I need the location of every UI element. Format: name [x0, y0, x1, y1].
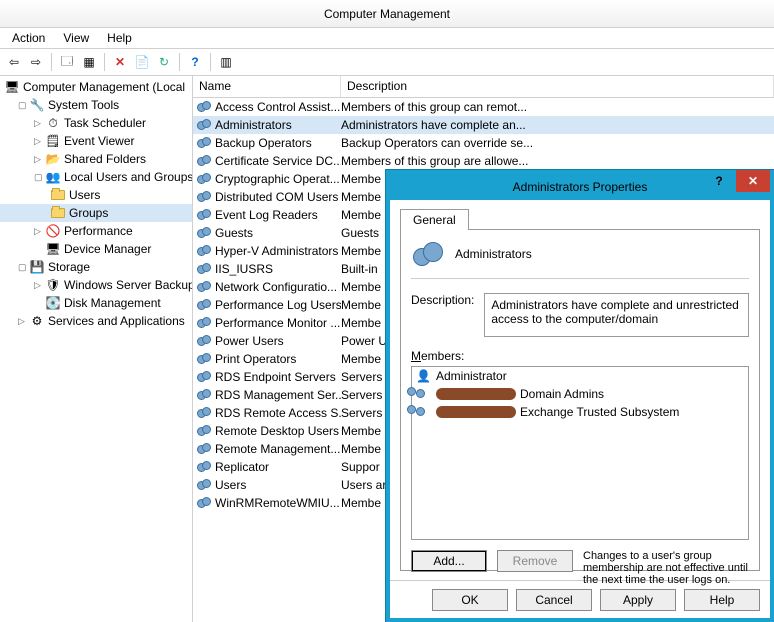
- members-list[interactable]: 👤AdministratorDomain AdminsExchange Trus…: [411, 366, 749, 540]
- view-icon[interactable]: ▥: [216, 52, 236, 72]
- tree-task-scheduler[interactable]: ▷⏱Task Scheduler: [0, 114, 192, 132]
- new-window-icon[interactable]: 🗔: [57, 52, 77, 72]
- group-icon: [196, 406, 212, 420]
- list-row[interactable]: AdministratorsAdministrators have comple…: [193, 116, 774, 134]
- group-icon: [196, 388, 212, 402]
- member-row[interactable]: Exchange Trusted Subsystem: [412, 403, 748, 421]
- group-icon: [196, 172, 212, 186]
- tab-general[interactable]: General: [400, 209, 469, 230]
- properties-dialog: Administrators Properties ? ✕ General Ad…: [386, 170, 774, 622]
- group-icon: [196, 370, 212, 384]
- group-icon: [416, 405, 432, 419]
- apply-button[interactable]: Apply: [600, 589, 676, 611]
- tree-users[interactable]: Users: [0, 186, 192, 204]
- tree-groups[interactable]: Groups: [0, 204, 192, 222]
- group-icon: [196, 442, 212, 456]
- ok-button[interactable]: OK: [432, 589, 508, 611]
- menu-help[interactable]: Help: [99, 30, 140, 46]
- tree-root[interactable]: 🖥Computer Management (Local: [0, 78, 192, 96]
- show-hide-icon[interactable]: ▦: [79, 52, 99, 72]
- close-icon[interactable]: ✕: [736, 170, 770, 192]
- dialog-help-icon[interactable]: ?: [702, 170, 736, 192]
- redacted-text: [436, 406, 516, 418]
- group-name: Administrators: [455, 247, 532, 261]
- group-icon: [196, 226, 212, 240]
- tree-storage[interactable]: ▢💾Storage: [0, 258, 192, 276]
- member-row[interactable]: 👤Administrator: [412, 367, 748, 385]
- toolbar: ⇦ ⇨ 🗔 ▦ ✕ 📄 ↻ ? ▥: [0, 48, 774, 76]
- tree-shared-folders[interactable]: ▷📂Shared Folders: [0, 150, 192, 168]
- tree-pane: 🖥Computer Management (Local ▢🔧System Too…: [0, 76, 193, 622]
- list-row[interactable]: Backup OperatorsBackup Operators can ove…: [193, 134, 774, 152]
- add-button[interactable]: Add...: [411, 550, 487, 572]
- user-icon: 👤: [416, 369, 432, 383]
- col-name[interactable]: Name: [193, 76, 341, 97]
- member-row[interactable]: Domain Admins: [412, 385, 748, 403]
- dialog-titlebar[interactable]: Administrators Properties ? ✕: [390, 174, 770, 200]
- tree-services-apps[interactable]: ▷⚙Services and Applications: [0, 312, 192, 330]
- tree-disk-mgmt[interactable]: 💽Disk Management: [0, 294, 192, 312]
- group-icon: [196, 334, 212, 348]
- group-icon: [196, 100, 212, 114]
- tab-panel: Administrators Description: Administrato…: [400, 229, 760, 571]
- group-icon: [196, 262, 212, 276]
- members-label: MMembers:embers:: [411, 349, 749, 363]
- group-icon: [416, 387, 432, 401]
- properties-icon[interactable]: 📄: [132, 52, 152, 72]
- tree-local-users-groups[interactable]: ▢👥Local Users and Groups: [0, 168, 192, 186]
- remove-button[interactable]: Remove: [497, 550, 573, 572]
- group-icon: [411, 240, 443, 268]
- dialog-title-text: Administrators Properties: [513, 180, 648, 194]
- tree-system-tools[interactable]: ▢🔧System Tools: [0, 96, 192, 114]
- group-icon: [196, 460, 212, 474]
- group-icon: [196, 208, 212, 222]
- group-icon: [196, 154, 212, 168]
- group-icon: [196, 298, 212, 312]
- group-icon: [196, 118, 212, 132]
- back-icon[interactable]: ⇦: [4, 52, 24, 72]
- group-icon: [196, 244, 212, 258]
- group-icon: [196, 352, 212, 366]
- description-field[interactable]: Administrators have complete and unrestr…: [484, 293, 749, 337]
- redacted-text: [436, 388, 516, 400]
- tree-ws-backup[interactable]: ▷🛡Windows Server Backup: [0, 276, 192, 294]
- tree-event-viewer[interactable]: ▷🗒Event Viewer: [0, 132, 192, 150]
- menu-bar: Action View Help: [0, 28, 774, 48]
- cancel-button[interactable]: Cancel: [516, 589, 592, 611]
- group-icon: [196, 424, 212, 438]
- group-icon: [196, 316, 212, 330]
- group-icon: [196, 496, 212, 510]
- menu-action[interactable]: Action: [4, 30, 53, 46]
- list-row[interactable]: Access Control Assist...Members of this …: [193, 98, 774, 116]
- help-icon[interactable]: ?: [185, 52, 205, 72]
- window-title: Computer Management: [0, 0, 774, 28]
- refresh-icon[interactable]: ↻: [154, 52, 174, 72]
- group-icon: [196, 136, 212, 150]
- delete-icon[interactable]: ✕: [110, 52, 130, 72]
- list-row[interactable]: Certificate Service DC...Members of this…: [193, 152, 774, 170]
- group-icon: [196, 280, 212, 294]
- list-header: Name Description: [193, 76, 774, 98]
- group-icon: [196, 478, 212, 492]
- menu-view[interactable]: View: [55, 30, 97, 46]
- tree-device-manager[interactable]: 🖥Device Manager: [0, 240, 192, 258]
- dialog-help-button[interactable]: Help: [684, 589, 760, 611]
- forward-icon[interactable]: ⇨: [26, 52, 46, 72]
- description-label: Description:: [411, 293, 474, 337]
- col-description[interactable]: Description: [341, 76, 774, 97]
- tree-performance[interactable]: ▷🚫Performance: [0, 222, 192, 240]
- group-icon: [196, 190, 212, 204]
- membership-note: Changes to a user's group membership are…: [583, 550, 749, 586]
